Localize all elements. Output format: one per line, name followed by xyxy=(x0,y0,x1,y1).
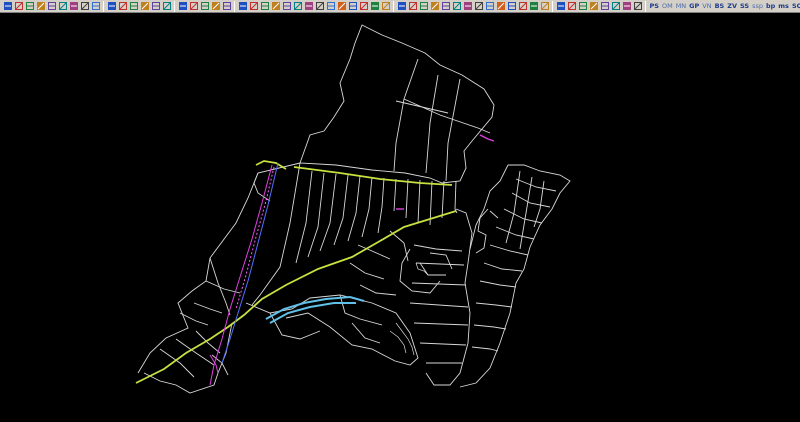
river xyxy=(265,295,365,324)
trim-icon[interactable] xyxy=(326,1,336,11)
hand-icon[interactable] xyxy=(151,1,161,11)
mode-toggle-ms[interactable]: ms xyxy=(778,0,789,12)
parcel-outline xyxy=(137,24,571,394)
fill-icon[interactable] xyxy=(348,1,358,11)
road-highlight xyxy=(135,160,457,384)
brush-icon[interactable] xyxy=(222,1,232,11)
paste-icon[interactable] xyxy=(58,1,68,11)
mode-toggle-bp[interactable]: bp xyxy=(766,0,775,12)
mode-toggles: PSOMMNGPVNBSZVSSsspbpmsSQost xyxy=(648,0,800,12)
cut-icon[interactable] xyxy=(36,1,46,11)
poly-icon[interactable] xyxy=(430,1,440,11)
rotate-icon[interactable] xyxy=(622,1,632,11)
hatch-icon[interactable] xyxy=(359,1,369,11)
mode-toggle-ps[interactable]: PS xyxy=(650,0,659,12)
select-tools xyxy=(106,0,172,12)
area-icon[interactable] xyxy=(463,1,473,11)
mode-toggle-mn[interactable]: MN xyxy=(676,0,686,12)
line-icon[interactable] xyxy=(200,1,210,11)
find-icon[interactable] xyxy=(540,1,550,11)
split-icon[interactable] xyxy=(282,1,292,11)
select-icon[interactable] xyxy=(129,1,139,11)
palette-icon[interactable] xyxy=(178,1,188,11)
measure-tools xyxy=(555,0,643,12)
label-icon[interactable] xyxy=(474,1,484,11)
mode-toggle-ssp[interactable]: ssp xyxy=(752,0,763,12)
monitor-icon[interactable] xyxy=(381,1,391,11)
angle-icon[interactable] xyxy=(589,1,599,11)
mode-toggle-bs[interactable]: BS xyxy=(715,0,725,12)
snap-icon[interactable] xyxy=(238,1,248,11)
toolbar-separator xyxy=(645,0,646,12)
arc-icon[interactable] xyxy=(397,1,407,11)
toolbar-separator xyxy=(103,0,104,12)
cross-icon[interactable] xyxy=(315,1,325,11)
toolbar-separator xyxy=(234,0,235,12)
cursor-icon[interactable] xyxy=(118,1,128,11)
trace-icon[interactable] xyxy=(556,1,566,11)
measure-icon[interactable] xyxy=(452,1,462,11)
ruler-icon[interactable] xyxy=(600,1,610,11)
shape-tools xyxy=(396,0,550,12)
node-icon[interactable] xyxy=(260,1,270,11)
chart-icon[interactable] xyxy=(507,1,517,11)
save-icon[interactable] xyxy=(3,1,13,11)
globe-icon[interactable] xyxy=(69,1,79,11)
dim-icon[interactable] xyxy=(485,1,495,11)
main-toolbar: PSOMMNGPVNBSZVSSsspbpmsSQost xyxy=(0,0,800,13)
grid-icon[interactable] xyxy=(249,1,259,11)
vertex-icon[interactable] xyxy=(271,1,281,11)
toolbar-separator xyxy=(174,0,175,12)
refresh-icon[interactable] xyxy=(80,1,90,11)
mode-toggle-sq[interactable]: SQ xyxy=(792,0,800,12)
open-icon[interactable] xyxy=(91,1,101,11)
preview-icon[interactable] xyxy=(25,1,35,11)
mode-toggle-vn[interactable]: VN xyxy=(702,0,711,12)
info-icon[interactable] xyxy=(140,1,150,11)
join-icon[interactable] xyxy=(293,1,303,11)
query-icon[interactable] xyxy=(518,1,528,11)
rect-icon[interactable] xyxy=(419,1,429,11)
mode-toggle-om[interactable]: OM xyxy=(662,0,673,12)
north-icon[interactable] xyxy=(578,1,588,11)
circle-icon[interactable] xyxy=(408,1,418,11)
cadastral-map[interactable] xyxy=(0,13,800,422)
draw-tools xyxy=(177,0,232,12)
pin-icon[interactable] xyxy=(107,1,117,11)
print-icon[interactable] xyxy=(14,1,24,11)
mode-toggle-gp[interactable]: GP xyxy=(689,0,699,12)
curve-icon[interactable] xyxy=(567,1,577,11)
map-canvas[interactable] xyxy=(0,13,800,422)
copy-icon[interactable] xyxy=(47,1,57,11)
text-icon[interactable] xyxy=(304,1,314,11)
filter-icon[interactable] xyxy=(529,1,539,11)
boundary xyxy=(209,134,495,386)
table-icon[interactable] xyxy=(496,1,506,11)
offset-icon[interactable] xyxy=(611,1,621,11)
image-icon[interactable] xyxy=(370,1,380,11)
edit-tools xyxy=(237,0,391,12)
polyline-icon[interactable] xyxy=(211,1,221,11)
toolbar-separator xyxy=(552,0,553,12)
riverbank-detail xyxy=(389,262,434,356)
layer-icon[interactable] xyxy=(189,1,199,11)
toolbar-separator xyxy=(393,0,394,12)
mode-toggle-ss[interactable]: SS xyxy=(740,0,749,12)
extend-icon[interactable] xyxy=(337,1,347,11)
zoom-icon[interactable] xyxy=(162,1,172,11)
mode-toggle-zv[interactable]: ZV xyxy=(727,0,737,12)
point-icon[interactable] xyxy=(441,1,451,11)
scale-icon[interactable] xyxy=(633,1,643,11)
file-tools xyxy=(2,0,101,12)
